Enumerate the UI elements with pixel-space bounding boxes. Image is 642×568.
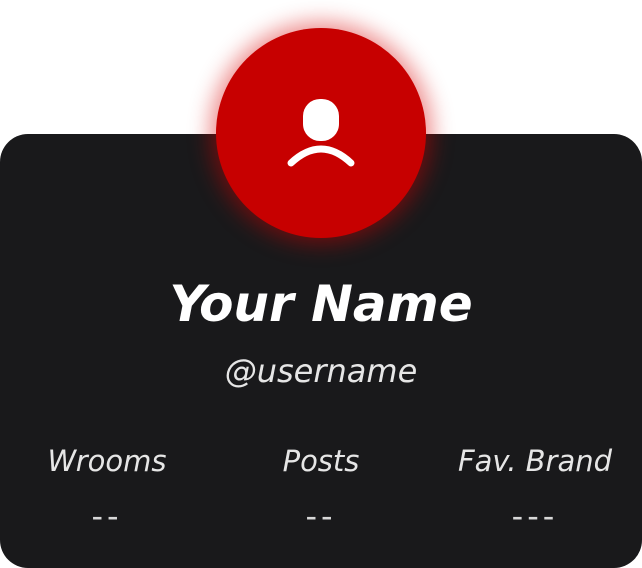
stat-value: --: [305, 497, 337, 535]
profile-name: Your Name: [169, 275, 473, 333]
stat-label: Wrooms: [47, 444, 167, 478]
stat-label: Posts: [282, 444, 360, 478]
stats-row: Wrooms -- Posts -- Fav. Brand ---: [0, 440, 642, 550]
stat-label: Fav. Brand: [457, 444, 613, 478]
avatar[interactable]: [216, 28, 426, 238]
profile-widget: Your Name @username Wrooms -- Posts -- F…: [0, 0, 642, 568]
stat-fav-brand[interactable]: Fav. Brand ---: [428, 440, 642, 538]
stat-wrooms[interactable]: Wrooms --: [0, 440, 214, 538]
stat-value: --: [91, 497, 123, 535]
user-placeholder-icon: [287, 99, 355, 167]
stat-posts[interactable]: Posts --: [214, 440, 428, 538]
stat-value: ---: [511, 497, 559, 535]
profile-username: @username: [224, 352, 418, 390]
